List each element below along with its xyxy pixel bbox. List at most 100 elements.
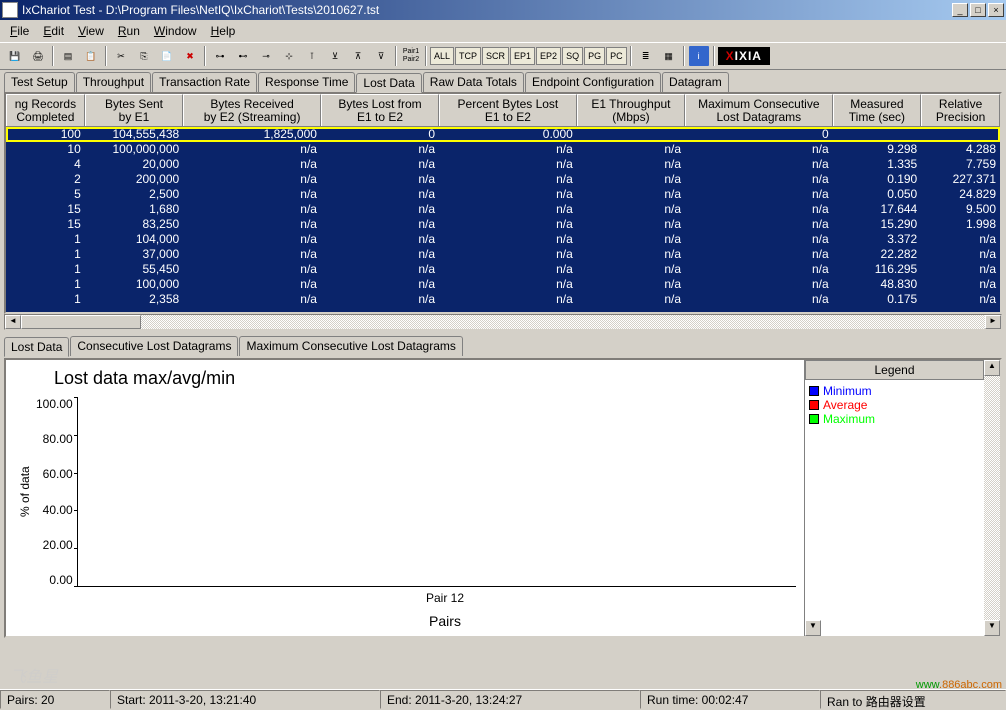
lower-tab-consecutive-lost-datagrams[interactable]: Consecutive Lost Datagrams: [70, 336, 238, 356]
pairinfo-icon[interactable]: Pair1Pair2: [400, 45, 422, 67]
tab-test-setup[interactable]: Test Setup: [4, 72, 75, 92]
table-row[interactable]: 10100,000,000n/an/an/an/an/a9.2984.288: [6, 142, 1000, 157]
chart-vscroll[interactable]: ▲ ▼: [984, 360, 1000, 636]
table-cell: 0.175: [833, 292, 922, 307]
column-header[interactable]: Bytes Receivedby E2 (Streaming): [183, 94, 321, 126]
table-cell: n/a: [321, 187, 439, 202]
tab-endpoint-configuration[interactable]: Endpoint Configuration: [525, 72, 661, 92]
toolbar-all-button[interactable]: ALL: [430, 47, 454, 65]
pair2-icon[interactable]: ⊷: [232, 45, 254, 67]
toolbar-tcp-button[interactable]: TCP: [455, 47, 481, 65]
table-cell: n/a: [439, 202, 577, 217]
menu-edit[interactable]: Edit: [37, 22, 70, 40]
table-row[interactable]: 151,680n/an/an/an/an/a17.6449.500: [6, 202, 1000, 217]
pair1-icon[interactable]: ⊶: [209, 45, 231, 67]
column-header[interactable]: MeasuredTime (sec): [833, 94, 922, 126]
toolbar-sq-button[interactable]: SQ: [562, 47, 583, 65]
table-cell: 104,555,438: [85, 127, 183, 142]
paste-icon[interactable]: 📄: [156, 45, 178, 67]
table-cell: n/a: [321, 202, 439, 217]
table-row[interactable]: 52,500n/an/an/an/an/a0.05024.829: [6, 187, 1000, 202]
toolbar-scr-button[interactable]: SCR: [482, 47, 509, 65]
tab-raw-data-totals[interactable]: Raw Data Totals: [423, 72, 524, 92]
table-cell: n/a: [685, 262, 833, 277]
pair4-icon[interactable]: ⊹: [278, 45, 300, 67]
scroll-thumb[interactable]: [21, 315, 141, 329]
tab-datagram[interactable]: Datagram: [662, 72, 729, 92]
lower-tab-lost-data[interactable]: Lost Data: [4, 337, 69, 357]
column-header[interactable]: Percent Bytes LostE1 to E2: [439, 94, 577, 126]
pair7-icon[interactable]: ⊼: [347, 45, 369, 67]
scroll-up-icon[interactable]: ▲: [984, 360, 1000, 376]
grid-body[interactable]: 100104,555,4381,825,00000.000010100,000,…: [6, 127, 1000, 312]
maximize-button[interactable]: □: [970, 3, 986, 17]
lower-tab-maximum-consecutive-lost-datagrams[interactable]: Maximum Consecutive Lost Datagrams: [239, 336, 462, 356]
pair8-icon[interactable]: ⊽: [370, 45, 392, 67]
legend-swatch: [809, 386, 819, 396]
toolbar-pc-button[interactable]: PC: [606, 47, 627, 65]
table-row[interactable]: 12,358n/an/an/an/an/a0.175n/a: [6, 292, 1000, 307]
grid-hscroll[interactable]: ◄ ►: [4, 314, 1002, 330]
table-cell: n/a: [577, 142, 685, 157]
menu-help[interactable]: Help: [205, 22, 242, 40]
toolbar-ep2-button[interactable]: EP2: [536, 47, 561, 65]
pair3-icon[interactable]: ⊸: [255, 45, 277, 67]
table-row[interactable]: 100104,555,4381,825,00000.0000: [6, 127, 1000, 142]
table-row[interactable]: 155,450n/an/an/an/an/a116.295n/a: [6, 262, 1000, 277]
table-row[interactable]: 420,000n/an/an/an/an/a1.3357.759: [6, 157, 1000, 172]
toolbar-pg-button[interactable]: PG: [584, 47, 605, 65]
info-icon[interactable]: i: [688, 45, 710, 67]
table-row[interactable]: 137,000n/an/an/an/an/a22.282n/a: [6, 247, 1000, 262]
table-cell: n/a: [439, 187, 577, 202]
table-row[interactable]: 1100,000n/an/an/an/an/a48.830n/a: [6, 277, 1000, 292]
column-header[interactable]: Maximum ConsecutiveLost Datagrams: [685, 94, 833, 126]
table-row[interactable]: 2200,000n/an/an/an/an/a0.190227.371: [6, 172, 1000, 187]
copy2-icon[interactable]: ⎘: [133, 45, 155, 67]
copy-icon[interactable]: 📋: [80, 45, 102, 67]
column-header[interactable]: E1 Throughput(Mbps): [577, 94, 685, 126]
menu-run[interactable]: Run: [112, 22, 146, 40]
list-icon[interactable]: ≣: [635, 45, 657, 67]
cut-icon[interactable]: ✂: [110, 45, 132, 67]
export-icon[interactable]: ▤: [57, 45, 79, 67]
delete-icon[interactable]: ✖: [179, 45, 201, 67]
statusbar: Pairs: 20 Start: 2011-3-20, 13:21:40 End…: [0, 689, 1006, 709]
column-header[interactable]: RelativePrecision: [921, 94, 1000, 126]
table-cell: n/a: [321, 292, 439, 307]
pair6-icon[interactable]: ⊻: [324, 45, 346, 67]
save-icon[interactable]: 💾: [4, 45, 26, 67]
scroll-down-icon[interactable]: ▼: [984, 620, 1000, 636]
menu-view[interactable]: View: [72, 22, 110, 40]
column-header[interactable]: Bytes Lost fromE1 to E2: [321, 94, 439, 126]
column-header[interactable]: ng RecordsCompleted: [6, 94, 85, 126]
toolbar-ep1-button[interactable]: EP1: [510, 47, 535, 65]
tab-lost-data[interactable]: Lost Data: [356, 73, 421, 93]
table-cell: n/a: [439, 172, 577, 187]
table-row[interactable]: 1104,000n/an/an/an/an/a3.372n/a: [6, 232, 1000, 247]
ytick-label: 60.00: [36, 467, 73, 481]
tab-throughput[interactable]: Throughput: [76, 72, 151, 92]
menu-window[interactable]: Window: [148, 22, 203, 40]
table-cell: n/a: [183, 217, 321, 232]
menu-file[interactable]: File: [4, 22, 35, 40]
scroll-left-icon[interactable]: ◄: [5, 315, 21, 329]
table-cell: n/a: [577, 217, 685, 232]
print-icon[interactable]: 🖨: [27, 45, 49, 67]
table-cell: 2,358: [85, 292, 183, 307]
tab-response-time[interactable]: Response Time: [258, 72, 355, 92]
grid-icon[interactable]: ▦: [658, 45, 680, 67]
legend-scroll-down-icon[interactable]: ▼: [805, 620, 821, 636]
table-cell: 0.050: [833, 187, 922, 202]
table-cell: n/a: [577, 187, 685, 202]
column-header[interactable]: Bytes Sentby E1: [85, 94, 183, 126]
table-cell: 0: [321, 127, 439, 142]
tab-transaction-rate[interactable]: Transaction Rate: [152, 72, 257, 92]
ixia-logo: XIXIA: [718, 47, 770, 65]
table-row[interactable]: 1583,250n/an/an/an/an/a15.2901.998: [6, 217, 1000, 232]
scroll-right-icon[interactable]: ►: [985, 315, 1001, 329]
close-button[interactable]: ×: [988, 3, 1004, 17]
minimize-button[interactable]: _: [952, 3, 968, 17]
table-cell: n/a: [321, 247, 439, 262]
legend-label: Maximum: [823, 412, 875, 426]
pair5-icon[interactable]: ⊺: [301, 45, 323, 67]
